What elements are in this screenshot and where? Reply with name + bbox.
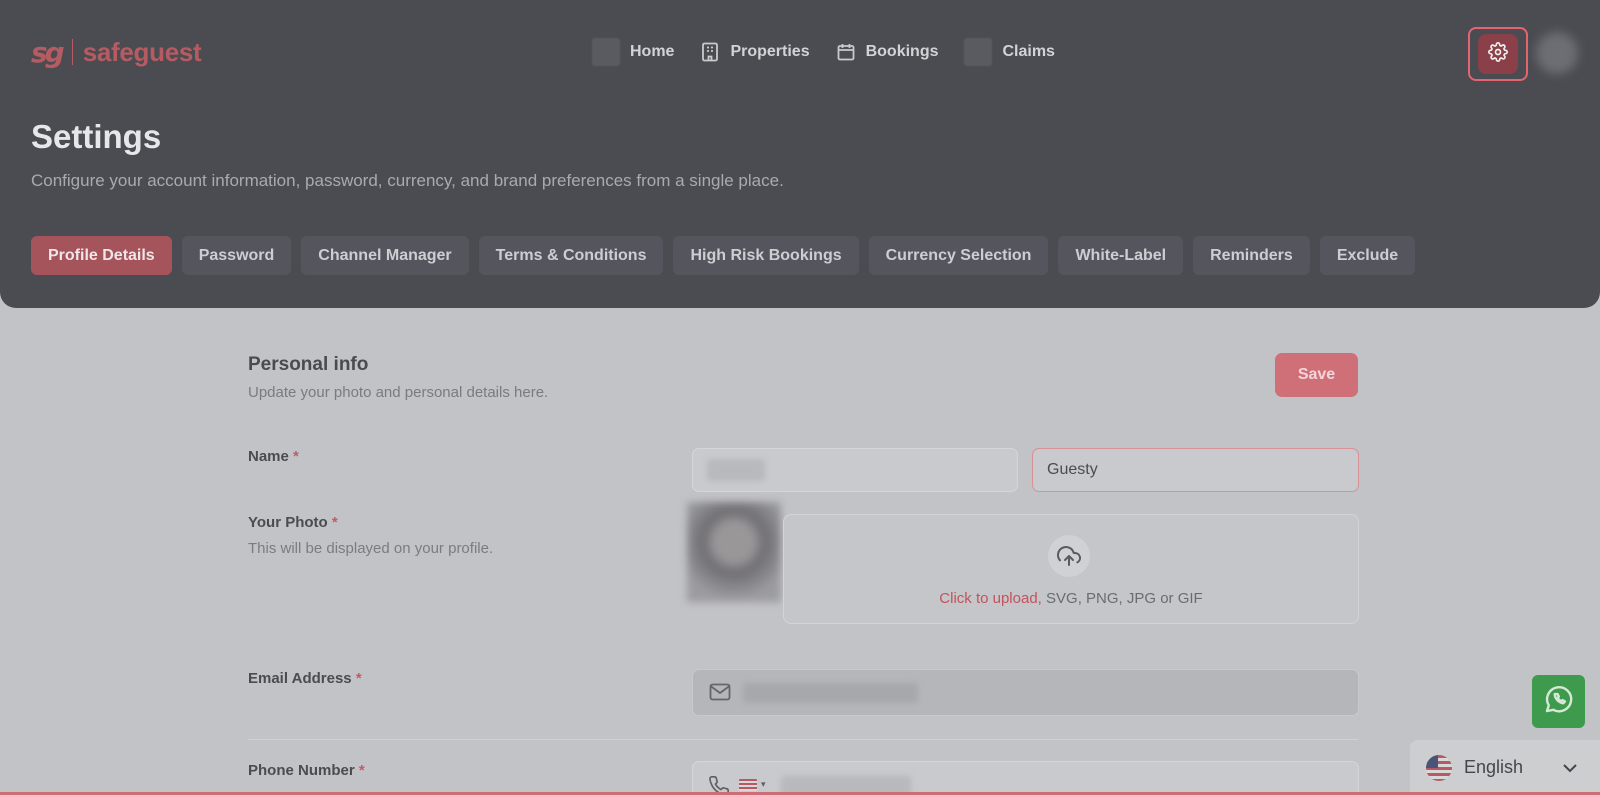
redacted-text [707,459,765,481]
country-flag-icon[interactable] [739,779,757,791]
name-label: Name * [248,448,299,465]
phone-label: Phone Number * [248,762,365,779]
tab-white-label[interactable]: White-Label [1058,236,1184,275]
nav-item-bookings[interactable]: Bookings [836,38,939,66]
language-selector[interactable]: English [1410,740,1600,795]
first-name-input[interactable] [692,448,1018,492]
nav-item-claims[interactable]: Claims [964,38,1055,66]
logo-divider [71,39,73,65]
required-mark: * [355,670,362,687]
avatar[interactable] [1536,32,1578,74]
upload-instructions: Click to upload, SVG, PNG, JPG or GIF [784,590,1358,607]
nav-item-properties[interactable]: Properties [700,38,810,66]
tab-password[interactable]: Password [181,236,292,275]
tab-currency-selection[interactable]: Currency Selection [868,236,1049,275]
brand-logo[interactable]: sg safeguest [31,34,202,70]
upload-cloud-icon [1048,535,1090,577]
tab-terms-conditions[interactable]: Terms & Conditions [478,236,664,275]
tab-reminders[interactable]: Reminders [1193,236,1310,275]
whatsapp-icon [1542,682,1576,721]
profile-photo [687,502,781,602]
tab-profile-details[interactable]: Profile Details [31,236,172,275]
nav-item-label: Properties [730,43,810,60]
whatsapp-button[interactable] [1532,675,1585,728]
brand-name: safeguest [82,36,202,67]
save-button[interactable]: Save [1275,353,1358,397]
us-flag-icon [1426,754,1452,781]
gear-icon [1488,41,1508,67]
required-mark: * [358,762,365,779]
upload-formats: SVG, PNG, JPG or GIF [1041,590,1203,607]
required-mark: * [293,448,299,465]
mail-icon [709,683,731,706]
email-label: Email Address * [248,670,362,687]
chevron-down-icon [1562,757,1578,778]
tab-channel-manager[interactable]: Channel Manager [301,236,469,275]
nav-item-label: Bookings [865,43,939,60]
photo-upload-dropzone[interactable]: Click to upload, SVG, PNG, JPG or GIF [783,514,1359,624]
header: sg safeguest Home Properties Bookings Cl… [0,0,1600,308]
calendar-icon [836,42,856,62]
photo-label: Your Photo * [248,514,338,531]
redacted-text [743,683,918,703]
section-title: Personal info [248,354,369,375]
nav-item-home[interactable]: Home [592,38,674,66]
claims-icon [964,38,993,66]
tab-exclude[interactable]: Exclude [1319,236,1416,275]
settings-tabs: Profile Details Password Channel Manager… [31,236,1416,275]
page-subtitle: Configure your account information, pass… [31,171,784,190]
last-name-value: Guesty [1047,461,1098,478]
settings-button[interactable] [1478,34,1518,74]
language-label: English [1464,757,1524,777]
building-icon [700,42,720,62]
main-nav: Home Properties Bookings Claims [592,38,1055,66]
required-mark: * [331,514,338,531]
page-title: Settings [31,118,162,155]
section-subtitle: Update your photo and personal details h… [248,384,549,401]
divider [248,739,1358,740]
nav-item-label: Home [630,43,675,60]
tab-high-risk-bookings[interactable]: High Risk Bookings [673,236,859,275]
home-icon [592,38,620,66]
click-to-upload-link[interactable]: Click to upload, [939,590,1042,607]
phone-input[interactable]: ▾ [692,761,1359,795]
nav-item-label: Claims [1002,43,1055,60]
settings-button-highlight [1468,27,1528,81]
last-name-input[interactable]: Guesty [1032,448,1359,492]
brand-mark: sg [31,35,65,69]
email-input[interactable] [692,669,1359,716]
photo-help-text: This will be displayed on your profile. [248,540,494,557]
country-dropdown-icon[interactable]: ▾ [761,779,766,790]
